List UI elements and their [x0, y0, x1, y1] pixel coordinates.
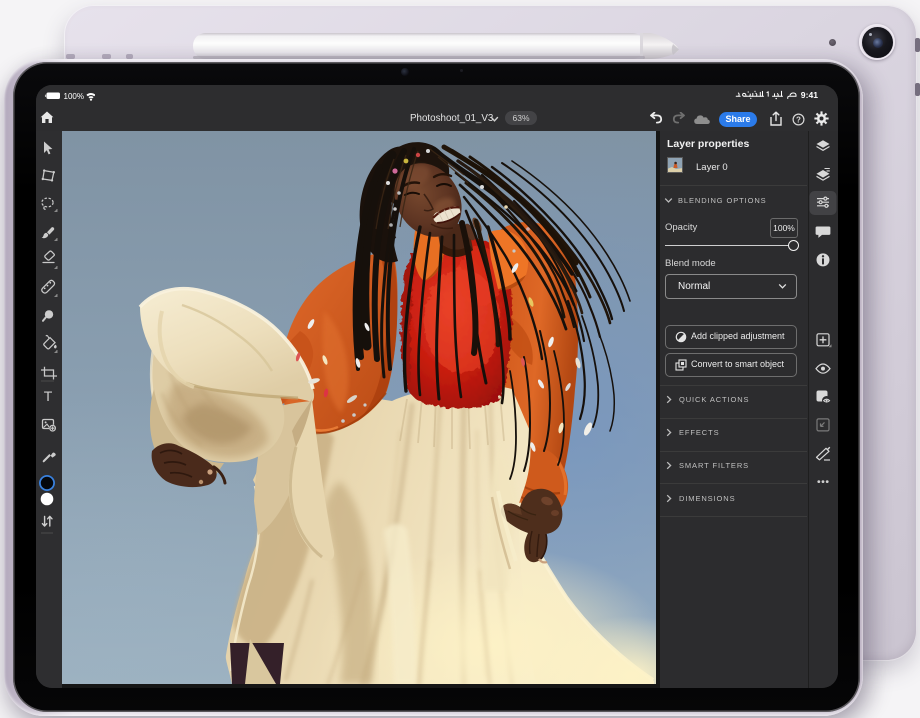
svg-text:100%: 100% — [64, 92, 84, 101]
svg-text:T: T — [44, 388, 53, 404]
svg-text:9:41: 9:41 — [801, 90, 818, 100]
svg-text:?: ? — [796, 116, 801, 125]
